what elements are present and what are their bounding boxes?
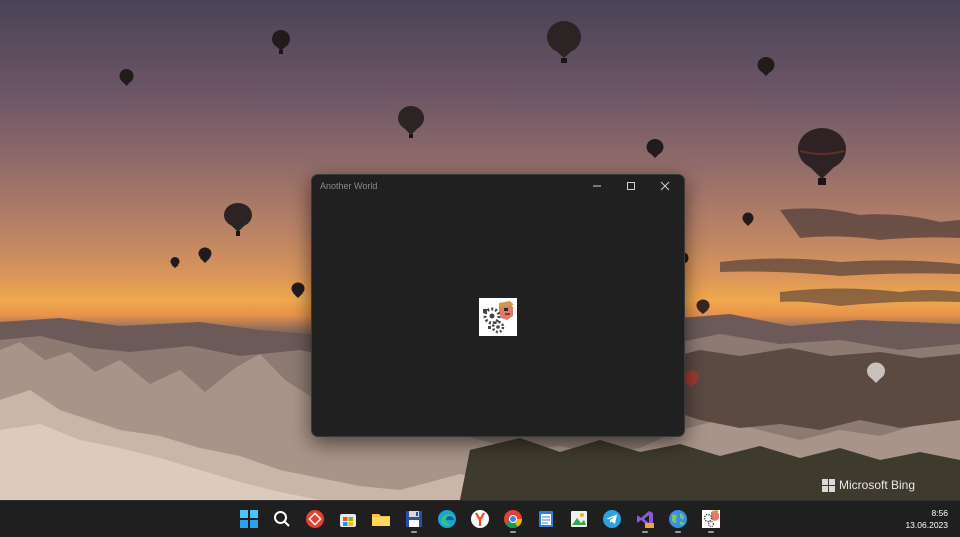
floppy-disk-app-icon[interactable]: [404, 509, 424, 529]
hot-air-balloon: [170, 257, 180, 268]
running-indicator: [510, 531, 516, 533]
clock-date: 13.06.2023: [905, 520, 948, 530]
hot-air-balloon: [291, 282, 305, 298]
hot-air-balloon: [757, 57, 775, 76]
running-indicator: [411, 531, 417, 533]
minimize-icon: [593, 185, 601, 187]
microsoft-logo-icon: [822, 478, 835, 492]
clock-time: 8:56: [931, 508, 948, 518]
running-indicator: [642, 531, 648, 533]
running-indicator: [675, 531, 681, 533]
another-world-icon[interactable]: [701, 509, 721, 529]
close-button[interactable]: [648, 175, 682, 197]
hot-air-balloon: [742, 212, 754, 226]
search-icon[interactable]: [272, 509, 292, 529]
watermark-text: Microsoft Bing: [839, 478, 916, 492]
hot-air-balloon: [272, 30, 290, 54]
hot-air-balloon: [547, 21, 581, 63]
maximize-button[interactable]: [614, 175, 648, 197]
hot-air-balloon: [198, 247, 212, 263]
minimize-button[interactable]: [580, 175, 614, 197]
app-window[interactable]: Another World: [311, 174, 685, 437]
window-title: Another World: [320, 181, 378, 191]
globe-app-icon[interactable]: [668, 509, 688, 529]
yandex-browser-icon[interactable]: [470, 509, 490, 529]
system-clock[interactable]: 8:56 13.06.2023: [905, 507, 948, 531]
hot-air-balloon: [867, 362, 885, 383]
start-icon[interactable]: [239, 509, 259, 529]
close-icon: [660, 181, 670, 191]
window-titlebar[interactable]: Another World: [312, 175, 684, 197]
hot-air-balloon: [119, 69, 134, 86]
chrome-icon[interactable]: [503, 509, 523, 529]
telegram-icon[interactable]: [602, 509, 622, 529]
maximize-icon: [627, 182, 635, 190]
hot-air-balloon: [696, 299, 710, 314]
hot-air-balloon: [683, 370, 699, 387]
microsoft-store-icon[interactable]: [338, 509, 358, 529]
another-world-app-icon: [479, 298, 517, 336]
hot-air-balloon: [798, 128, 846, 185]
taskbar: 8:56 13.06.2023: [0, 500, 960, 537]
edge-icon[interactable]: [437, 509, 457, 529]
file-explorer-icon[interactable]: [371, 509, 391, 529]
hot-air-balloon: [398, 106, 424, 138]
notepad-icon[interactable]: [536, 509, 556, 529]
bing-watermark: Microsoft Bing: [822, 478, 915, 492]
visual-studio-preview-icon[interactable]: [635, 509, 655, 529]
running-indicator: [708, 531, 714, 533]
anydesk-icon[interactable]: [305, 509, 325, 529]
hot-air-balloon: [224, 203, 252, 236]
hot-air-balloon: [646, 139, 664, 158]
image-viewer-icon[interactable]: [569, 509, 589, 529]
